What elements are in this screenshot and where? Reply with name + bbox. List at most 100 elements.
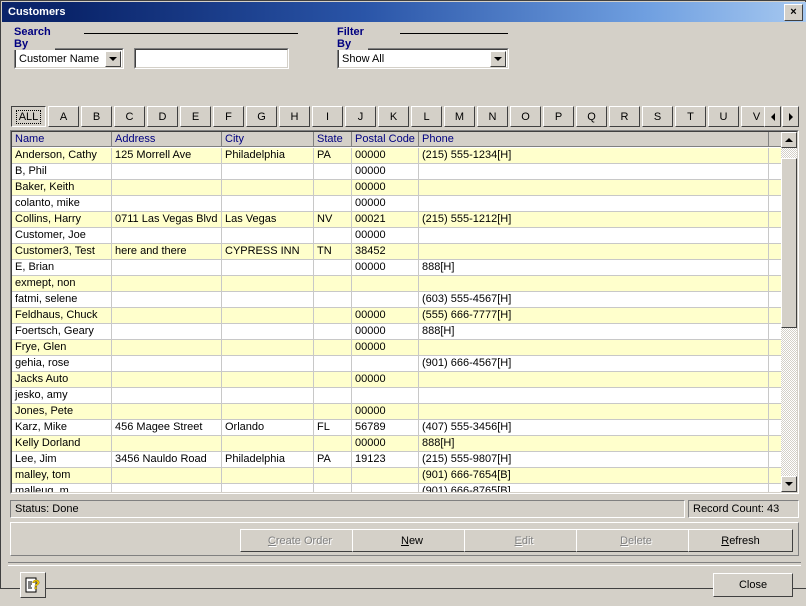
table-row[interactable]: Foertsch, Geary 00000 888[H] <box>12 324 781 340</box>
filter-by-rule <box>400 33 508 34</box>
scroll-up-icon[interactable] <box>781 132 797 148</box>
client-area: Search By Customer Name Filter By Show A… <box>2 22 806 598</box>
cell-postal: 00000 <box>352 404 419 419</box>
table-row[interactable]: Anderson, Cathy 125 Morrell Ave Philadelph… <box>12 148 781 164</box>
alpha-tab-k[interactable]: K <box>378 106 409 127</box>
alpha-tab-d[interactable]: D <box>147 106 178 127</box>
delete-button[interactable]: Delete <box>576 529 696 552</box>
cell-state <box>314 356 352 371</box>
alpha-tab-m[interactable]: M <box>444 106 475 127</box>
table-row[interactable]: Jones, Pete 00000 <box>12 404 781 420</box>
cell-address <box>112 356 222 371</box>
window-title: Customers <box>8 6 66 18</box>
cell-phone <box>419 404 769 419</box>
cell-name: Foertsch, Geary <box>12 324 112 339</box>
alpha-tab-o[interactable]: O <box>510 106 541 127</box>
cell-state <box>314 388 352 403</box>
cell-name: Baker, Keith <box>12 180 112 195</box>
window-close-icon[interactable]: × <box>784 3 803 21</box>
alpha-tab-j[interactable]: J <box>345 106 376 127</box>
alpha-tab-c[interactable]: C <box>114 106 145 127</box>
table-row[interactable]: Customer3, Test here and there CYPRESS INN… <box>12 244 781 260</box>
chevron-down-icon[interactable] <box>105 50 121 67</box>
new-button[interactable]: New <box>352 529 472 552</box>
table-row[interactable]: gehia, rose (901) 666-4567[H] <box>12 356 781 372</box>
alpha-tab-f[interactable]: F <box>213 106 244 127</box>
alpha-tab-n[interactable]: N <box>477 106 508 127</box>
table-row[interactable]: fatmi, selene (603) 555-4567[H] <box>12 292 781 308</box>
cell-address <box>112 404 222 419</box>
filter-select[interactable]: Show All <box>337 48 509 69</box>
cell-name: jesko, amy <box>12 388 112 403</box>
cell-address <box>112 164 222 179</box>
grid-header-state[interactable]: State <box>314 132 352 146</box>
help-document-icon: ? <box>25 577 40 593</box>
table-row[interactable]: Feldhaus, Chuck 00000 (555) 666-7777[H] <box>12 308 781 324</box>
grid-header-address[interactable]: Address <box>112 132 222 146</box>
edit-button[interactable]: Edit <box>464 529 584 552</box>
alpha-tab-a[interactable]: A <box>48 106 79 127</box>
alpha-tab-e[interactable]: E <box>180 106 211 127</box>
cell-name: malley, tom <box>12 468 112 483</box>
table-row[interactable]: jesko, amy <box>12 388 781 404</box>
alphabet-tab-strip: ALL A B C D E F G H I J K L M N O P Q R S T U V <box>11 106 799 130</box>
alpha-tab-label: L <box>423 110 430 123</box>
table-row[interactable]: malleug, m (901) 666-8765[B] <box>12 484 781 492</box>
table-row[interactable]: E, Brian 00000 888[H] <box>12 260 781 276</box>
alpha-tab-i[interactable]: I <box>312 106 343 127</box>
alpha-tab-label: I <box>325 110 330 123</box>
alpha-tab-b[interactable]: B <box>81 106 112 127</box>
tab-scroll-right-icon[interactable] <box>782 106 799 127</box>
alpha-tab-r[interactable]: R <box>609 106 640 127</box>
cell-phone <box>419 276 769 291</box>
help-button[interactable]: ? <box>20 572 46 598</box>
alpha-tab-h[interactable]: H <box>279 106 310 127</box>
alpha-tab-p[interactable]: P <box>543 106 574 127</box>
table-row[interactable]: Jacks Auto 00000 <box>12 372 781 388</box>
scrollbar-thumb[interactable] <box>781 158 797 328</box>
grid-header-name[interactable]: Name <box>12 132 112 146</box>
cell-address <box>112 276 222 291</box>
cell-postal: 00000 <box>352 180 419 195</box>
grid-header-postal[interactable]: Postal Code <box>352 132 419 146</box>
grid-header-city[interactable]: City <box>222 132 314 146</box>
cell-postal: 00000 <box>352 308 419 323</box>
grid-vertical-scrollbar[interactable] <box>781 132 797 492</box>
table-row[interactable]: Collins, Harry 0711 Las Vegas Blvd Las Veg… <box>12 212 781 228</box>
alpha-tab-t[interactable]: T <box>675 106 706 127</box>
table-row[interactable]: Karz, Mike 456 Magee Street Orlando FL 56789… <box>12 420 781 436</box>
tab-scroll-left-icon[interactable] <box>764 106 781 127</box>
alpha-tab-q[interactable]: Q <box>576 106 607 127</box>
table-row[interactable]: B, Phil 00000 <box>12 164 781 180</box>
table-row[interactable]: Customer, Joe 00000 <box>12 228 781 244</box>
close-button[interactable]: Close <box>713 573 793 597</box>
create-order-button[interactable]: Create Order <box>240 529 360 552</box>
table-row[interactable]: Baker, Keith 00000 <box>12 180 781 196</box>
cell-name: Customer, Joe <box>12 228 112 243</box>
cell-phone: (901) 666-4567[H] <box>419 356 769 371</box>
alpha-tab-u[interactable]: U <box>708 106 739 127</box>
cell-name: gehia, rose <box>12 356 112 371</box>
table-row[interactable]: Frye, Glen 00000 <box>12 340 781 356</box>
chevron-down-icon[interactable] <box>490 50 506 67</box>
table-row[interactable]: malley, tom (901) 666-7654[B] <box>12 468 781 484</box>
scroll-down-icon[interactable] <box>781 476 797 492</box>
table-row[interactable]: colanto, mike 00000 <box>12 196 781 212</box>
cell-postal <box>352 276 419 291</box>
cell-state <box>314 468 352 483</box>
table-row[interactable]: exmept, non <box>12 276 781 292</box>
refresh-button[interactable]: Refresh <box>688 529 793 552</box>
search-field-select[interactable]: Customer Name <box>14 48 124 69</box>
alpha-tab-all[interactable]: ALL <box>11 106 46 127</box>
alpha-tab-l[interactable]: L <box>411 106 442 127</box>
grid-body: Anderson, Cathy 125 Morrell Ave Philadelph… <box>12 148 781 492</box>
table-row[interactable]: Lee, Jim 3456 Nauldo Road Philadelphia PA 19… <box>12 452 781 468</box>
alpha-tab-s[interactable]: S <box>642 106 673 127</box>
cell-city <box>222 164 314 179</box>
alpha-tab-label: U <box>719 110 728 123</box>
table-row[interactable]: Kelly Dorland 00000 888[H] <box>12 436 781 452</box>
alpha-tab-g[interactable]: G <box>246 106 277 127</box>
grid-header-phone[interactable]: Phone <box>419 132 769 146</box>
create-order-label: Create Order <box>267 534 333 547</box>
search-input[interactable] <box>136 50 287 67</box>
